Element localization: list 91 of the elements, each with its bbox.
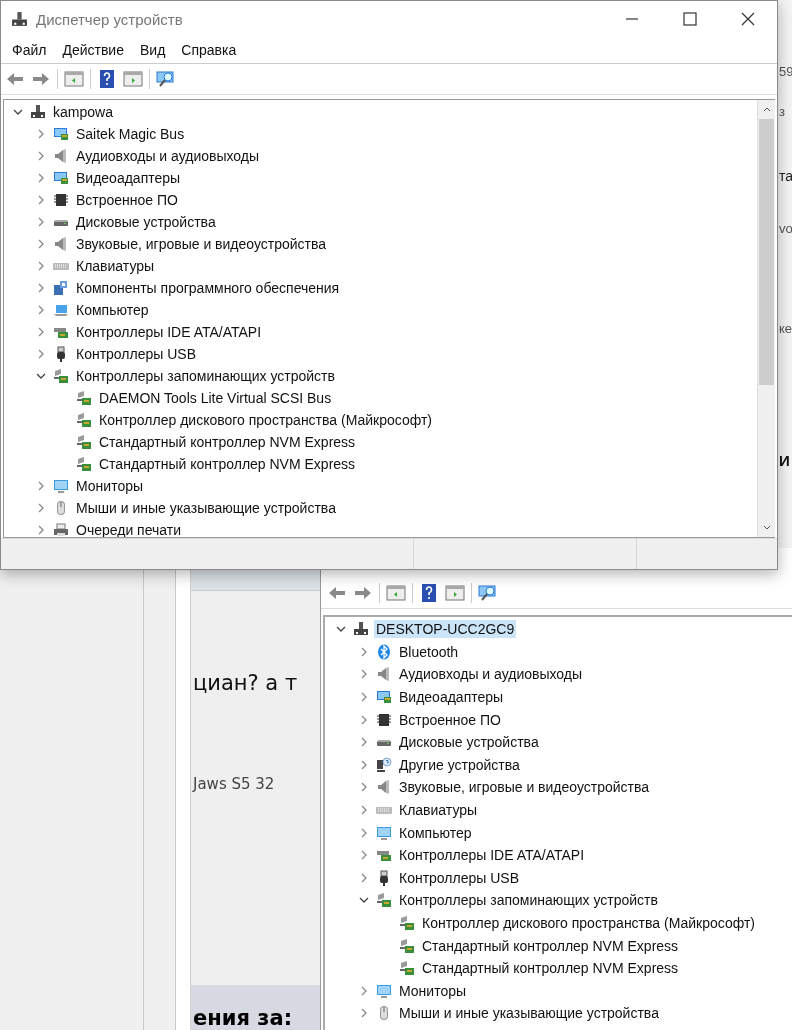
monitor-magnifier-icon[interactable] xyxy=(478,583,498,603)
tree-item[interactable]: Контроллер дискового пространства (Майкрософт) xyxy=(97,411,434,429)
monitor-icon xyxy=(53,478,69,494)
page-text: vo xyxy=(778,221,792,237)
tree-item[interactable]: Мониторы xyxy=(74,477,146,495)
software-component-icon xyxy=(53,280,69,296)
storage-controller-icon xyxy=(399,960,415,977)
panel-icon[interactable] xyxy=(386,583,406,603)
panel-icon[interactable] xyxy=(123,69,143,89)
tree-item[interactable]: Saitek Magic Bus xyxy=(74,125,187,143)
unknown-device-icon xyxy=(376,756,392,773)
page-text: И xyxy=(778,453,791,469)
speaker-icon xyxy=(376,666,392,683)
tree-item[interactable]: Контроллеры IDE ATA/ATAPI xyxy=(397,846,587,865)
bluetooth-icon xyxy=(376,643,392,660)
tree-item[interactable]: Стандартный контроллер NVM Express xyxy=(97,433,358,451)
storage-controller-icon xyxy=(76,434,92,450)
storage-controller-icon xyxy=(376,892,392,909)
scrollbar[interactable] xyxy=(757,100,775,537)
tree-item[interactable]: Клавиатуры xyxy=(74,257,157,275)
tree-item[interactable]: Мониторы xyxy=(397,981,469,1000)
menu-item[interactable]: Действие xyxy=(62,42,124,58)
tree-item[interactable]: Очереди печати xyxy=(74,521,184,537)
tree-item[interactable]: Компьютер xyxy=(74,301,151,319)
computer-icon xyxy=(353,621,369,638)
help-icon[interactable] xyxy=(97,69,117,89)
printer-icon xyxy=(53,522,69,537)
page-text: з xyxy=(778,104,786,120)
tree-item[interactable]: Контроллеры запоминающих устройств xyxy=(74,367,337,385)
monitor-board-icon xyxy=(53,126,69,142)
tree-item[interactable]: DAEMON Tools Lite Virtual SCSI Bus xyxy=(97,389,334,407)
monitor-magnifier-icon[interactable] xyxy=(156,69,176,89)
tree-item[interactable]: Звуковые, игровые и видеоустройства xyxy=(397,778,652,797)
computer-icon xyxy=(11,10,28,28)
chevron-icon[interactable] xyxy=(13,107,23,117)
monitor-icon xyxy=(376,982,392,999)
computer-icon xyxy=(30,104,46,120)
menu-item[interactable]: Файл xyxy=(12,42,47,58)
tree-item[interactable]: Bluetooth xyxy=(397,642,461,661)
speaker-icon xyxy=(53,148,69,164)
tree-item[interactable]: Клавиатуры xyxy=(397,801,480,820)
page-text: 59 xyxy=(778,64,792,80)
storage-controller-icon xyxy=(76,456,92,472)
speaker-icon xyxy=(53,236,69,252)
tree-item[interactable]: Стандартный контроллер NVM Express xyxy=(420,936,681,955)
tree-item[interactable]: Встроенное ПО xyxy=(74,191,180,209)
tree-item[interactable]: Стандартный контроллер NVM Express xyxy=(97,455,358,473)
chevron-icon[interactable] xyxy=(36,371,46,381)
tree-item[interactable]: Видеоадаптеры xyxy=(74,169,183,187)
tree-item[interactable]: Мыши и иные указывающие устройства xyxy=(397,1004,661,1023)
tree-item[interactable]: Компоненты программного обеспечения xyxy=(74,279,342,297)
menu-item[interactable]: Вид xyxy=(139,42,166,58)
tree-item[interactable]: Стандартный контроллер NVM Express xyxy=(420,959,681,978)
tree-item[interactable]: Дисковые устройства xyxy=(397,733,541,752)
tree-item[interactable]: Контроллеры IDE ATA/ATAPI xyxy=(74,323,264,341)
tree-item[interactable]: kampowa xyxy=(51,103,115,121)
chip-icon xyxy=(376,711,392,728)
monitor-board-icon xyxy=(376,689,392,706)
monitor-icon xyxy=(376,824,392,841)
post-text: Jaws S5 32 xyxy=(191,775,276,793)
tree-item[interactable]: Встроенное ПО xyxy=(397,710,503,729)
panel-icon[interactable] xyxy=(64,69,84,89)
tree-item[interactable]: Аудиовходы и аудиовыходы xyxy=(74,147,262,165)
tree-item[interactable]: Контроллер дискового пространства (Майкрософт) xyxy=(420,914,757,932)
storage-controller-icon xyxy=(399,915,415,931)
storage-controller-icon xyxy=(53,368,69,384)
tree-item[interactable]: Видеоадаптеры xyxy=(397,688,506,707)
tree-item[interactable]: Аудиовходы и аудиовыходы xyxy=(397,665,585,684)
speaker-icon xyxy=(376,779,392,796)
help-icon[interactable] xyxy=(419,583,439,603)
tree-item[interactable]: DESKTOP-UCC2GC9 xyxy=(374,620,517,639)
panel-icon[interactable] xyxy=(445,583,465,603)
monitor-board-icon xyxy=(53,170,69,186)
tree-item[interactable]: Звуковые, игровые и видеоустройства xyxy=(74,235,329,253)
storage-controller-icon xyxy=(76,390,92,406)
tree-item[interactable]: Контроллеры запоминающих устройств xyxy=(397,891,660,910)
tree-item[interactable]: Контроллеры USB xyxy=(74,345,198,363)
scrollbar-thumb[interactable] xyxy=(759,119,774,385)
post-text: циан? а т xyxy=(192,671,299,695)
storage-controller-icon xyxy=(76,412,92,428)
tree-item[interactable]: Другие устройства xyxy=(397,755,522,774)
laptop-icon xyxy=(53,302,69,318)
storage-controller-icon xyxy=(399,937,415,954)
tree-item[interactable]: Контроллеры USB xyxy=(397,868,521,887)
menu-item[interactable]: Справка xyxy=(181,42,237,58)
chip-icon xyxy=(53,192,69,208)
tree-item[interactable]: Дисковые устройства xyxy=(74,213,218,231)
page-text: ке xyxy=(778,321,792,337)
tree-item[interactable]: Мыши и иные указывающие устройства xyxy=(74,499,338,517)
window-title: Диспетчер устройств xyxy=(36,10,183,28)
tree-item[interactable]: Компьютер xyxy=(397,823,474,842)
